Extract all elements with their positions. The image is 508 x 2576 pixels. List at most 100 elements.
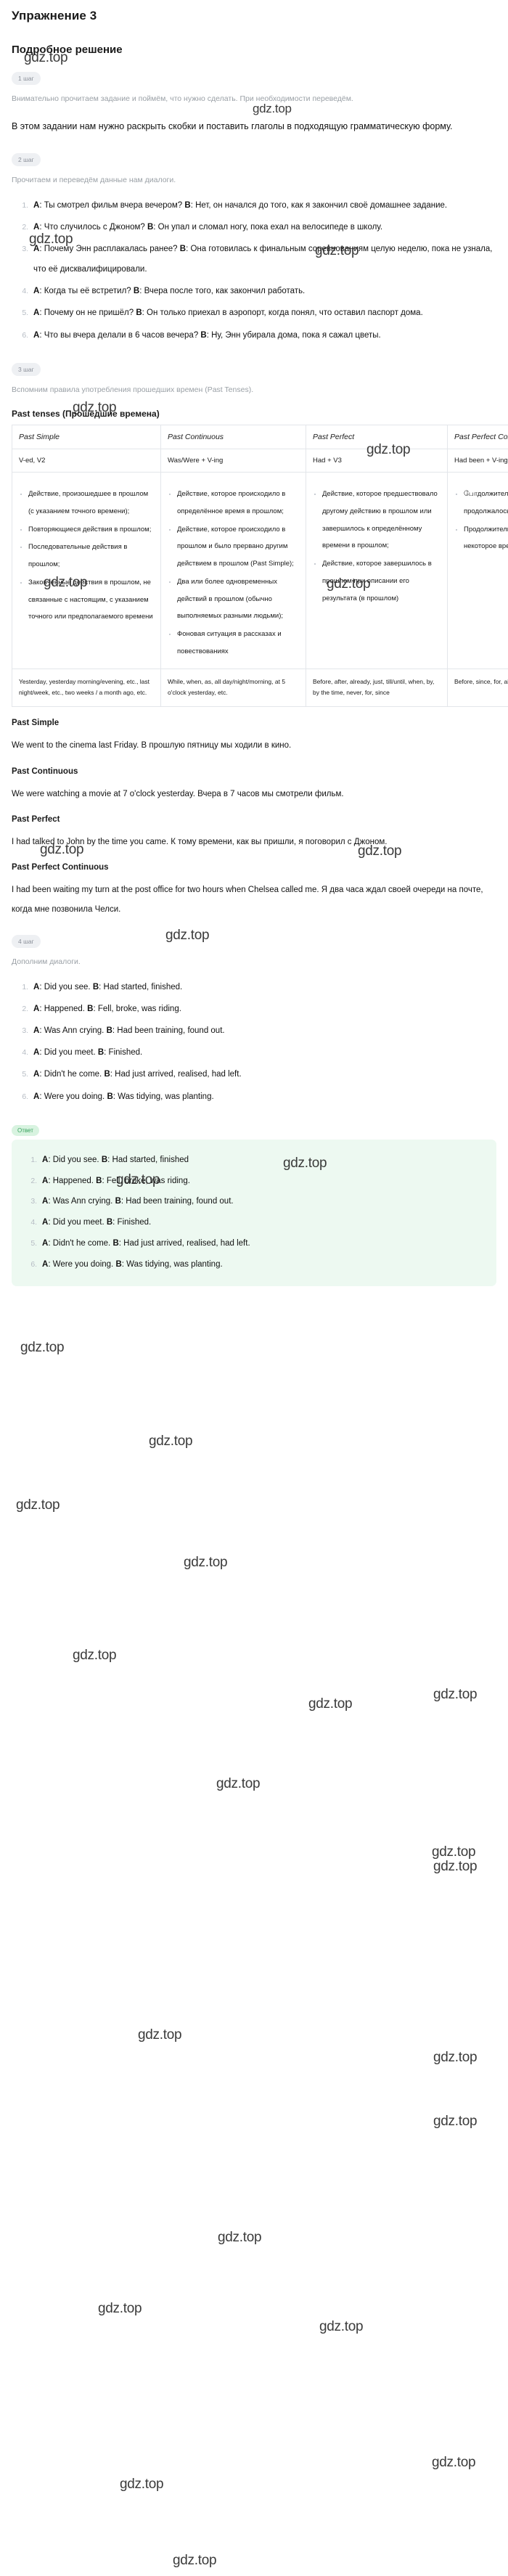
watermark: gdz.top [20,1340,65,1355]
watermark: gdz.top [98,2301,142,2316]
solution-title: Подробное решение [12,44,123,56]
speaker-a-text: : Didn't he come. [39,1070,105,1079]
dialogue-item: A: Почему он не пришёл? B: Он только при… [30,303,496,323]
watermark: gdz.top [432,1844,476,1860]
speaker-a-text: : Didn't he come. [48,1238,113,1248]
answer-list: A: Did you see. B: Had started, finished… [19,1150,489,1275]
tense-example-text: I had been waiting my turn at the post o… [12,886,483,914]
step4-hint: Дополним диалоги. [12,957,81,967]
speaker-b-text: : Was tidying, was planting. [121,1259,223,1269]
speaker-b-text: : Had been training, found out. [120,1197,234,1206]
table-markers-cell: While, when, as, all day/night/morning, … [160,668,306,708]
speaker-b-text: : Ну, Энн убирала дома, пока я сажал цве… [206,330,381,340]
use-bullet: போдолжительное действие, которое началос… [464,486,508,520]
speaker-b-label: B [200,330,207,340]
speaker-b-text: : Finished. [104,1048,143,1058]
watermark: gdz.top [218,2230,262,2245]
answer-item: A: Did you meet. B: Finished. [39,1212,489,1233]
page-title: Упражнение 3 [12,9,97,23]
speaker-a-text: : Was Ann crying. [39,1026,107,1036]
use-bullet: Фоновая ситуация в рассказах и повествов… [177,626,299,661]
answer-item: A: Did you see. B: Had started, finished [39,1150,489,1171]
completed-dialogue-item: A: Did you see. B: Had started, finished… [30,977,496,997]
answer-box: A: Did you see. B: Had started, finished… [12,1139,496,1287]
dialogue-item: A: Что вы вчера делали в 6 часов вечера?… [30,325,496,345]
completed-dialogue-item: A: Were you doing. B: Was tidying, was p… [30,1087,496,1107]
watermark: gdz.top [16,1497,60,1513]
dialogue-item: A: Когда ты её встретил? B: Вчера после … [30,281,496,301]
table-col-header: Past Perfect Continuous [447,425,508,450]
watermark: gdz.top [308,1696,353,1712]
table-markers-cell: Before, since, for, all day long, till/u… [447,668,508,708]
watermark: gdz.top [149,1434,193,1449]
speaker-a-text: : Did you see. [39,982,93,991]
speaker-b-text: : Was tidying, was planting. [112,1092,214,1101]
watermark: gdz.top [216,1776,261,1791]
speaker-b-label: B [179,244,187,253]
speaker-b-text: : Finished. [112,1218,152,1227]
speaker-a-text: : Did you see. [48,1155,102,1164]
use-bullet: Действие, которое завершилось в прошлом … [322,555,441,607]
speaker-b-label: B [101,1155,108,1164]
completed-dialogue-item: A: Didn't he come. B: Had just arrived, … [30,1064,496,1084]
speaker-b-text: : Had just arrived, realised, had left. [110,1070,242,1079]
tense-examples: Past Simple We went to the cinema last Fr… [6,719,502,919]
speaker-b-text: : Had started, finished [107,1155,189,1164]
completed-dialogue-item: A: Did you meet. B: Finished. [30,1042,496,1063]
use-bullet: Два или более одновременных действий в п… [177,573,299,625]
table-markers-cell: Yesterday, yesterday morning/evening, et… [12,668,161,708]
use-bullet: Последовательные действия в прошлом; [28,539,154,573]
watermark: gdz.top [73,1648,117,1663]
tenses-table-scroll[interactable]: Past Simple Past Continuous Past Perfect Pa… [12,425,508,708]
step-badge-4: 4 шаг [12,935,41,949]
use-bullet: Законченные действия в прошлом, не связа… [28,574,154,626]
speaker-a-text: : Were you doing. [39,1092,107,1101]
speaker-b-label: B [112,1238,119,1248]
use-bullet: Повторяющиеся действия в прошлом; [28,521,154,539]
step2-hint: Прочитаем и переведём данные нам диалоги… [12,176,176,185]
speaker-a-text: : Happened. [48,1176,97,1185]
table-uses-cell: Действие, произошедшее в прошлом (с указ… [12,472,161,669]
table-formula-cell: Had + V3 [306,449,448,473]
watermark: gdz.top [120,2477,164,2492]
tense-example-text: I had talked to John by the time you cam… [12,838,388,847]
solution-page: Упражнение 3 Подробное решение 1 шаг Вни… [0,9,508,1301]
speaker-b-label: B [136,308,142,318]
step-badge-2: 2 шаг [12,153,41,167]
dialogue-item: A: Что случилось с Джоном? B: Он упал и … [30,217,496,237]
tense-example-text: We were watching a movie at 7 o'clock ye… [12,789,344,798]
table-uses-row: Действие, произошедшее в прошлом (с указ… [12,472,508,669]
dialogue-item: A: Ты смотрел фильм вчера вечером? B: Не… [30,195,496,216]
table-formula-row: V-ed, V2 Was/Were + V-ing Had + V3 Had been… [12,449,508,473]
watermark: gdz.top [184,1555,228,1570]
dialogue-list: A: Ты смотрел фильм вчера вечером? B: Не… [12,195,496,345]
watermark: gdz.top [432,2455,476,2470]
tense-example-title: Past Continuous [12,766,78,776]
past-tenses-table: Past Simple Past Continuous Past Perfect Pa… [12,425,508,708]
watermark: gdz.top [433,1687,478,1702]
table-title: Past tenses (Прошедшие времена) [12,409,160,420]
watermark: gdz.top [433,2050,478,2065]
answer-item: A: Was Ann crying. B: Had been training,… [39,1191,489,1212]
watermark: gdz.top [173,2553,217,2568]
answer-badge: Ответ [12,1124,39,1136]
table-markers-cell: Before, after, already, just, till/until… [306,668,448,708]
speaker-b-text: : Он только приехал в аэропорт, когда по… [142,308,423,318]
speaker-a-text: : Что случилось с Джоном? [39,222,147,232]
speaker-a-text: : Почему он не пришёл? [39,308,136,318]
tense-example-title: Past Simple [12,719,60,728]
use-bullet: Действие, произошедшее в прошлом (с указ… [28,486,154,520]
speaker-b-text: : Нет, он начался до того, как я закончи… [190,200,448,210]
speaker-b-label: B [107,1092,113,1101]
speaker-b-label: B [106,1218,113,1227]
tense-example-title: Past Perfect Continuous [12,863,109,872]
speaker-b-text: : Fell, broke, was riding. [102,1176,190,1185]
speaker-a-text: : Was Ann crying. [48,1197,115,1206]
watermark: gdz.top [433,1859,478,1874]
table-uses-cell: போдолжительное действие, которое началос… [447,472,508,669]
table-col-header: Past Perfect [306,425,448,450]
speaker-b-label: B [92,982,99,991]
completed-dialogue-item: A: Was Ann crying. B: Had been training,… [30,1021,496,1041]
answer-section: Ответ A: Did you see. B: Had started, fi… [12,1123,496,1287]
speaker-b-label: B [97,1048,105,1058]
